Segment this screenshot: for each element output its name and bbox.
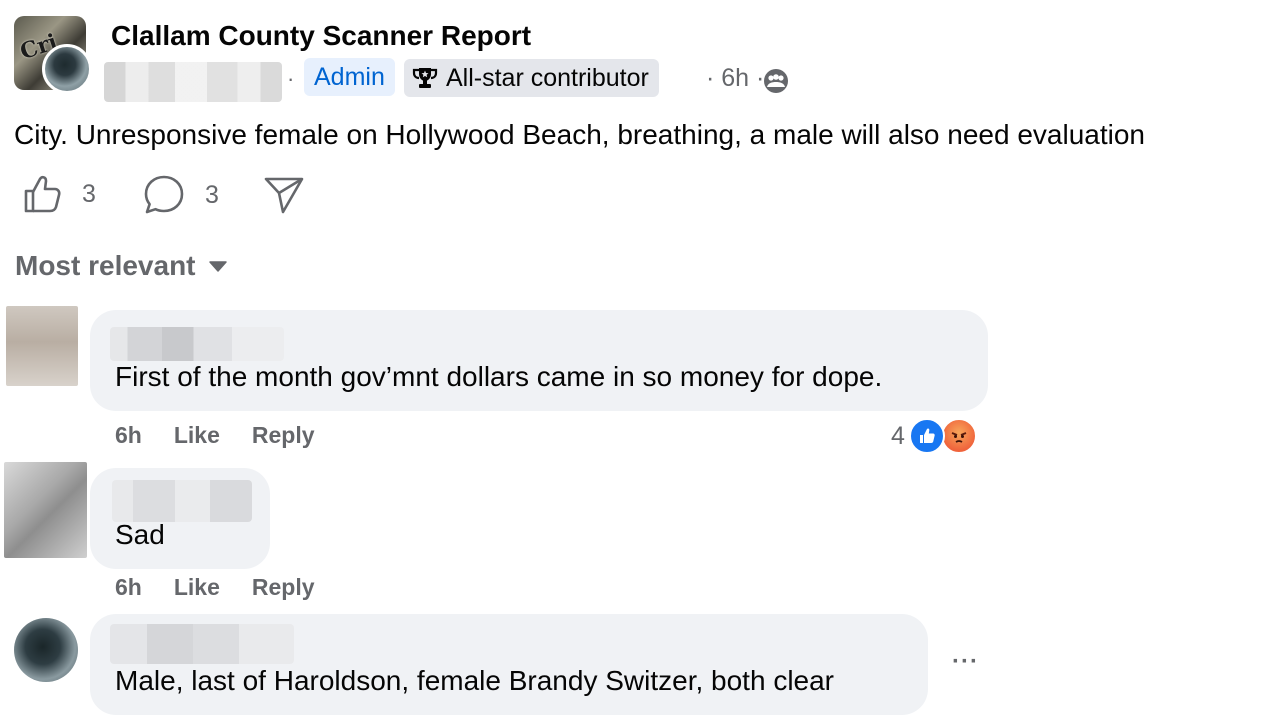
commenter-name-blurred[interactable] xyxy=(110,327,284,361)
caret-down-icon xyxy=(208,261,227,272)
author-name-blurred[interactable] xyxy=(104,62,282,102)
comment-reply-button[interactable]: Reply xyxy=(252,422,315,449)
author-avatar[interactable] xyxy=(42,44,92,94)
reaction-count: 4 xyxy=(891,421,905,450)
commenter-avatar[interactable] xyxy=(4,462,87,558)
all-star-badge[interactable]: All-star contributor xyxy=(404,59,659,97)
trophy-icon xyxy=(412,68,438,88)
comment-text: Sad xyxy=(115,519,165,550)
like-action[interactable]: 3 xyxy=(22,174,96,214)
comment-sort-dropdown[interactable]: Most relevant xyxy=(15,250,228,282)
comment-text: First of the month gov’mnt dollars came … xyxy=(115,361,883,392)
all-star-label: All-star contributor xyxy=(446,64,649,92)
comment-like-button[interactable]: Like xyxy=(174,422,220,449)
comment-reactions[interactable]: 4 xyxy=(891,418,977,454)
comment-time[interactable]: 6h xyxy=(115,422,142,449)
comment-actions: 6h Like Reply xyxy=(115,574,315,601)
commenter-avatar[interactable] xyxy=(6,306,78,386)
comment-reply-button[interactable]: Reply xyxy=(252,574,315,601)
group-name[interactable]: Clallam County Scanner Report xyxy=(111,20,531,52)
more-options-icon[interactable]: ··· xyxy=(952,648,979,676)
share-icon[interactable] xyxy=(263,175,305,215)
commenter-name-blurred[interactable] xyxy=(110,624,294,664)
post-body: City. Unresponsive female on Hollywood B… xyxy=(14,119,1145,150)
like-count: 3 xyxy=(82,179,96,208)
admin-badge[interactable]: Admin xyxy=(304,58,395,96)
comment-action[interactable]: 3 xyxy=(143,174,219,216)
comment-count: 3 xyxy=(205,180,219,209)
thumbs-up-icon xyxy=(24,175,61,213)
commenter-name-blurred[interactable] xyxy=(112,480,252,522)
separator: · xyxy=(287,66,295,91)
comment-time[interactable]: 6h xyxy=(115,574,142,601)
comment-actions: 6h Like Reply xyxy=(115,422,315,449)
post-time[interactable]: · 6h · xyxy=(706,64,764,93)
group-audience-icon[interactable] xyxy=(763,68,789,94)
commenter-avatar[interactable] xyxy=(14,618,78,682)
angry-icon xyxy=(940,418,977,454)
like-icon xyxy=(908,418,945,454)
comment-bubble-icon xyxy=(144,175,184,214)
comment-like-button[interactable]: Like xyxy=(174,574,220,601)
comment-text: Male, last of Haroldson, female Brandy S… xyxy=(115,665,835,696)
sort-label: Most relevant xyxy=(15,250,196,281)
